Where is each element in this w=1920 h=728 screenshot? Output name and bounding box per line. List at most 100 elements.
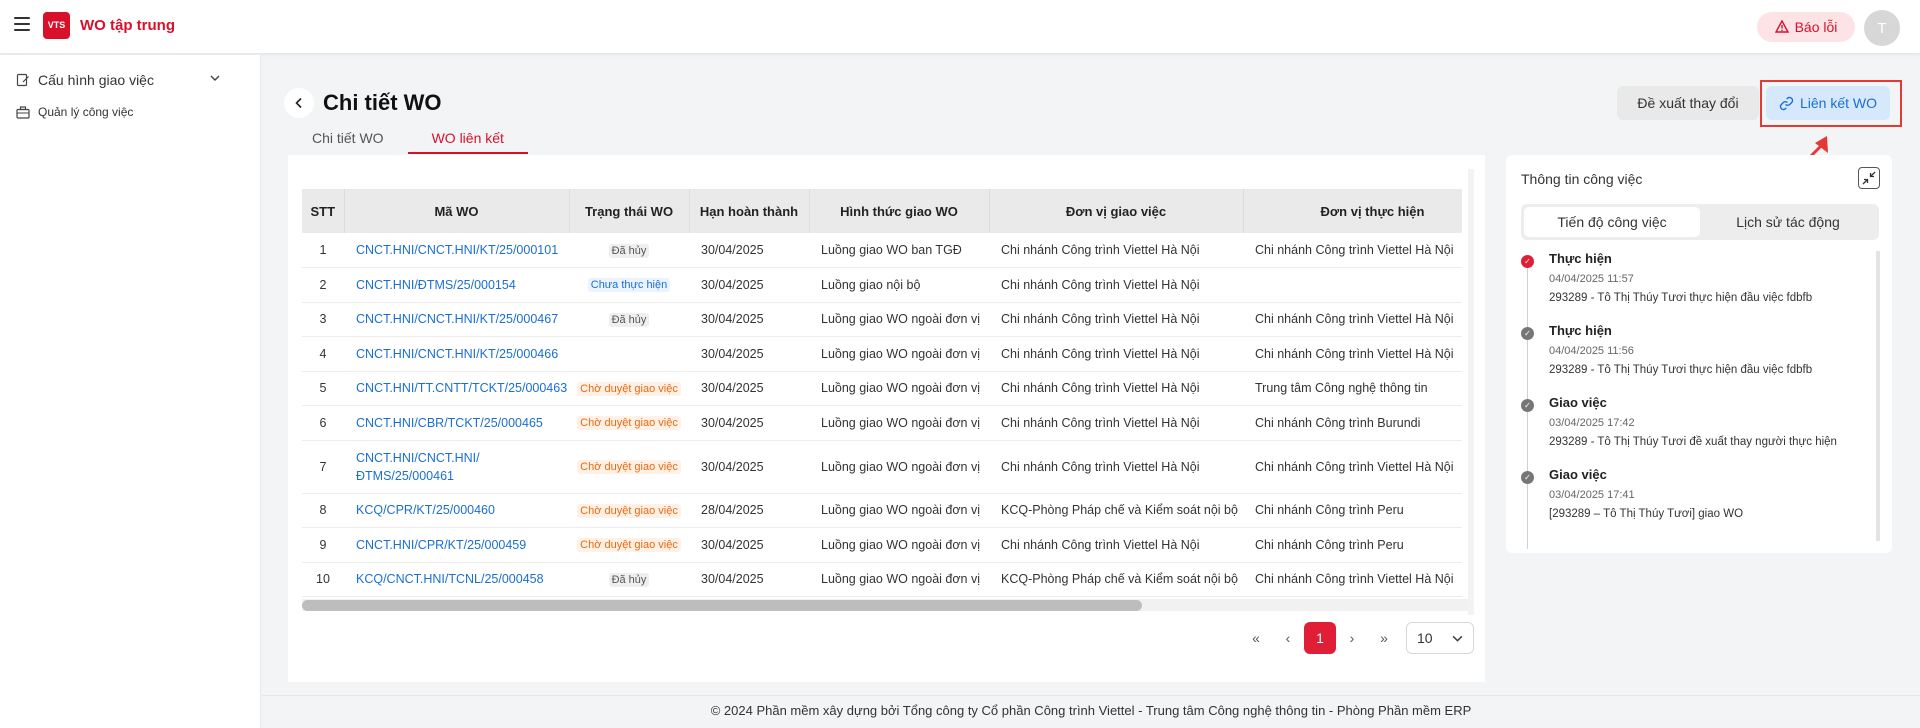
- cell-assigner: Chi nhánh Công trình Viettel Hà Nội: [989, 267, 1243, 303]
- page-title: Chi tiết WO: [323, 90, 442, 115]
- cell-type: Luồng giao WO ngoài đơn vị: [809, 493, 989, 528]
- status-badge: Chờ duyệt giao việc: [577, 416, 681, 431]
- timeline-time: 03/04/2025 17:42: [1549, 417, 1635, 429]
- panel-scrollbar[interactable]: [1876, 251, 1880, 541]
- cell-status: Chờ duyệt giao việc: [569, 405, 689, 441]
- cell-type: Luồng giao WO ngoài đơn vị: [809, 336, 989, 372]
- top-bar: VTS WO tập trung Báo lỗi T: [0, 0, 1920, 54]
- timeline-time: 03/04/2025 17:41: [1549, 489, 1635, 501]
- collapse-icon[interactable]: [1858, 167, 1880, 189]
- scrollbar-thumb[interactable]: [302, 600, 1142, 611]
- back-button[interactable]: [284, 88, 314, 118]
- sidebar: Cấu hình giao việc Quản lý công việc: [0, 55, 261, 728]
- cell-wo-code[interactable]: CNCT.HNI/CNCT.HNI/ ĐTMS/25/000461: [344, 440, 569, 494]
- chevron-down-icon[interactable]: [210, 73, 220, 83]
- page-size-select[interactable]: 10: [1406, 622, 1474, 654]
- cell-executor: Chi nhánh Công trình Peru: [1243, 527, 1462, 563]
- sidebar-group-task-config[interactable]: Cấu hình giao việc: [16, 72, 154, 88]
- avatar[interactable]: T: [1864, 10, 1900, 46]
- cell-wo-code[interactable]: KCQ/CNCT.HNI/TCNL/25/000458: [344, 562, 569, 597]
- table-row[interactable]: 2 CNCT.HNI/ĐTMS/25/000154 Chưa thực hiện…: [302, 267, 1462, 303]
- table-row[interactable]: 3 CNCT.HNI/CNCT.HNI/KT/25/000467 Đã hủy …: [302, 302, 1462, 337]
- table-row[interactable]: 8 KCQ/CPR/KT/25/000460 Chờ duyệt giao vi…: [302, 493, 1462, 528]
- last-page-button[interactable]: »: [1368, 622, 1400, 654]
- propose-change-button[interactable]: Đề xuất thay đổi: [1617, 86, 1759, 120]
- table-row[interactable]: 1 CNCT.HNI/CNCT.HNI/KT/25/000101 Đã hủy …: [302, 233, 1462, 268]
- column-header[interactable]: Hạn hoàn thành: [689, 189, 810, 233]
- check-icon: ✓: [1521, 471, 1534, 484]
- cell-due: 30/04/2025: [689, 562, 809, 597]
- timeline-status: Thực hiện: [1549, 323, 1612, 338]
- status-badge: Chờ duyệt giao việc: [577, 503, 681, 518]
- cell-due: 30/04/2025: [689, 336, 809, 372]
- cell-executor: Chi nhánh Công trình Viettel Hà Nội: [1243, 440, 1462, 494]
- table-row[interactable]: 5 CNCT.HNI/TT.CNTT/TCKT/25/000463 Chờ du…: [302, 371, 1462, 406]
- cell-due: 28/04/2025: [689, 493, 809, 528]
- cell-wo-code[interactable]: CNCT.HNI/CNCT.HNI/KT/25/000467: [344, 302, 569, 337]
- cell-assigner: Chi nhánh Công trình Viettel Hà Nội: [989, 405, 1243, 441]
- cell-assigner: Chi nhánh Công trình Viettel Hà Nội: [989, 233, 1243, 268]
- cell-executor: Chi nhánh Công trình Viettel Hà Nội: [1243, 336, 1462, 372]
- cell-wo-code[interactable]: CNCT.HNI/TT.CNTT/TCKT/25/000463: [344, 371, 569, 406]
- cell-due: 30/04/2025: [689, 371, 809, 406]
- cell-wo-code[interactable]: CNCT.HNI/CNCT.HNI/KT/25/000101: [344, 233, 569, 268]
- check-icon: ✓: [1521, 399, 1534, 412]
- timeline-desc: 293289 - Tô Thị Thúy Tươi đề xuất thay n…: [1549, 436, 1837, 448]
- table-header-row: STT Mã WO Trạng thái WO Hạn hoàn thành H…: [302, 189, 1462, 233]
- first-page-button[interactable]: «: [1240, 622, 1272, 654]
- cell-type: Luồng giao nội bộ: [809, 267, 989, 303]
- timeline-status: Giao việc: [1549, 395, 1607, 410]
- tab-progress[interactable]: Tiến độ công việc: [1524, 207, 1700, 237]
- cell-wo-code[interactable]: CNCT.HNI/CNCT.HNI/KT/25/000466: [344, 336, 569, 372]
- panel-tabs: Tiến độ công việc Lịch sử tác động: [1521, 204, 1879, 240]
- cell-executor: Chi nhánh Công trình Viettel Hà Nội: [1243, 302, 1462, 337]
- timeline-desc: 293289 - Tô Thị Thúy Tươi thực hiện đầu …: [1549, 292, 1813, 304]
- page-number-button[interactable]: 1: [1304, 622, 1336, 654]
- column-header[interactable]: STT: [302, 189, 345, 233]
- table-row[interactable]: 6 CNCT.HNI/CBR/TCKT/25/000465 Chờ duyệt …: [302, 405, 1462, 441]
- cell-stt: 1: [302, 233, 344, 268]
- vertical-scrollbar[interactable]: [1468, 169, 1474, 615]
- table-row[interactable]: 9 CNCT.HNI/CPR/KT/25/000459 Chờ duyệt gi…: [302, 527, 1462, 563]
- check-icon: ✓: [1521, 255, 1534, 268]
- column-header[interactable]: Đơn vị thực hiện: [1243, 189, 1462, 233]
- tab-wo-detail[interactable]: Chi tiết WO: [288, 126, 408, 154]
- column-header[interactable]: Trạng thái WO: [569, 189, 690, 233]
- status-badge: Chờ duyệt giao việc: [577, 538, 681, 553]
- cell-stt: 9: [302, 527, 344, 563]
- cell-due: 30/04/2025: [689, 440, 809, 494]
- column-header[interactable]: Hình thức giao WO: [809, 189, 990, 233]
- cell-wo-code[interactable]: CNCT.HNI/ĐTMS/25/000154: [344, 267, 569, 303]
- page-size-value: 10: [1417, 630, 1433, 646]
- cell-status: Đã hủy: [569, 562, 689, 597]
- table-row[interactable]: 7 CNCT.HNI/CNCT.HNI/ ĐTMS/25/000461 Chờ …: [302, 440, 1462, 494]
- cell-wo-code[interactable]: CNCT.HNI/CBR/TCKT/25/000465: [344, 405, 569, 441]
- linked-wo-table: STT Mã WO Trạng thái WO Hạn hoàn thành H…: [302, 189, 1462, 609]
- chevron-left-icon: [295, 97, 302, 109]
- next-page-button[interactable]: ›: [1336, 622, 1368, 654]
- chevron-down-icon: [1452, 635, 1463, 642]
- cell-stt: 2: [302, 267, 344, 303]
- cell-wo-code[interactable]: KCQ/CPR/KT/25/000460: [344, 493, 569, 528]
- cell-stt: 7: [302, 440, 344, 494]
- footer: © 2024 Phần mềm xây dựng bởi Tổng công t…: [262, 695, 1920, 728]
- status-badge: Chờ duyệt giao việc: [577, 381, 681, 396]
- menu-icon[interactable]: [14, 17, 30, 31]
- status-badge: Đã hủy: [608, 572, 650, 587]
- report-bug-button[interactable]: Báo lỗi: [1757, 12, 1855, 42]
- horizontal-scrollbar[interactable]: [302, 599, 1469, 611]
- cell-executor: Trung tâm Công nghệ thông tin: [1243, 371, 1462, 406]
- sidebar-item-task-management[interactable]: Quản lý công việc: [16, 105, 133, 119]
- table-row[interactable]: 4 CNCT.HNI/CNCT.HNI/KT/25/000466 30/04/2…: [302, 336, 1462, 372]
- cell-wo-code[interactable]: CNCT.HNI/CPR/KT/25/000459: [344, 527, 569, 563]
- cell-due: 30/04/2025: [689, 405, 809, 441]
- prev-page-button[interactable]: ‹: [1272, 622, 1304, 654]
- column-header[interactable]: Đơn vị giao việc: [989, 189, 1244, 233]
- cell-type: Luồng giao WO ngoài đơn vị: [809, 302, 989, 337]
- table-row[interactable]: 10 KCQ/CNCT.HNI/TCNL/25/000458 Đã hủy 30…: [302, 562, 1462, 597]
- tab-linked-wo[interactable]: WO liên kết: [407, 126, 528, 154]
- timeline-desc: 293289 - Tô Thị Thúy Tươi thực hiện đầu …: [1549, 364, 1813, 376]
- column-header[interactable]: Mã WO: [344, 189, 570, 233]
- tab-history[interactable]: Lịch sử tác động: [1700, 207, 1876, 237]
- cell-status: Chờ duyệt giao việc: [569, 371, 689, 406]
